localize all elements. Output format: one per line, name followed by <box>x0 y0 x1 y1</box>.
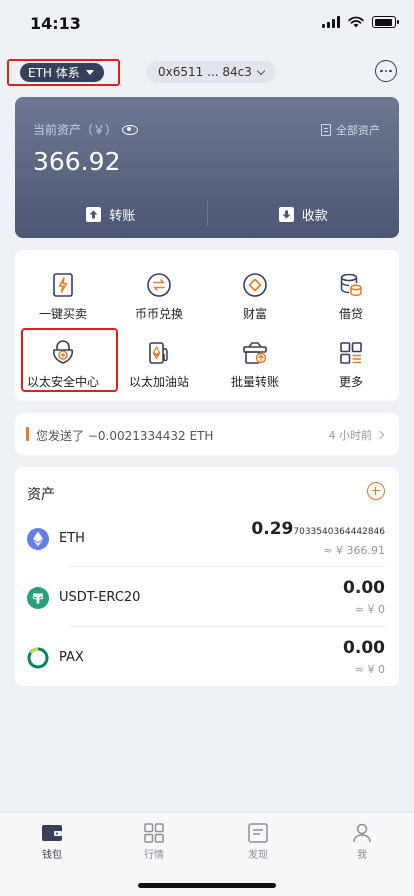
tab-me[interactable]: 我 <box>332 823 392 861</box>
feature-swap[interactable]: 币币兑换 <box>111 262 207 328</box>
feature-grid: 一键买卖 币币兑换 财富 借贷 以太安全中心 以太加油站 批量转账 更多 <box>15 250 399 401</box>
market-grid-icon <box>144 823 164 843</box>
asset-list: 资产 ETH 0.297033540364442846 ≈ ¥ 366.91 U… <box>15 467 399 686</box>
swap-icon <box>144 270 174 300</box>
row-divider <box>69 626 385 627</box>
chevron-down-icon <box>256 66 266 75</box>
network-label: ETH 体系 <box>28 66 80 80</box>
tab-label: 我 <box>357 850 367 861</box>
battery-level <box>374 18 392 26</box>
transaction-notice[interactable]: 您发送了 −0.0021334432 ETH 4 小时前 <box>15 413 399 455</box>
top-bar: ETH 体系 0x6511 ... 84c3 <box>0 56 414 86</box>
wifi-icon <box>348 16 364 28</box>
transaction-time: 4 小时前 <box>328 429 373 442</box>
asset-label: 当前资产（￥） <box>33 123 118 137</box>
token-amount: 0.297033540364442846 <box>251 519 385 539</box>
profile-icon <box>353 823 371 843</box>
coins-stack-icon <box>336 270 366 300</box>
caret-down-icon <box>85 70 94 75</box>
token-name: ETH <box>59 531 85 546</box>
token-amount-decimals: 7033540364442846 <box>293 527 385 537</box>
all-assets-label: 全部资产 <box>336 124 380 137</box>
receive-label: 收款 <box>301 208 328 224</box>
token-fiat-value: ≈ ¥ 0 <box>354 603 385 616</box>
message-icon[interactable] <box>375 60 397 82</box>
asset-card: 当前资产（￥） 全部资产 366.92 转账 收款 <box>15 97 399 238</box>
signal-icon <box>322 16 340 28</box>
eye-icon[interactable] <box>122 124 139 135</box>
status-time: 14:13 <box>30 14 81 33</box>
token-row-eth[interactable]: ETH 0.297033540364442846 ≈ ¥ 366.91 <box>15 507 399 567</box>
token-amount: 0.00 <box>343 578 385 598</box>
add-token-icon[interactable] <box>367 482 385 500</box>
document-icon <box>321 124 331 136</box>
asset-list-title: 资产 <box>27 487 55 503</box>
feature-label: 批量转账 <box>230 375 279 389</box>
feature-lending[interactable]: 借贷 <box>303 262 399 328</box>
row-divider <box>69 566 385 567</box>
transaction-time-row: 4 小时前 <box>328 427 385 443</box>
receive-button[interactable]: 收款 <box>208 190 400 238</box>
token-amount-main: 0.00 <box>343 638 385 658</box>
gas-station-icon <box>144 338 174 368</box>
wallet-address-button[interactable]: 0x6511 ... 84c3 <box>146 61 276 83</box>
more-grid-icon <box>336 338 366 368</box>
tab-wallet[interactable]: 钱包 <box>22 823 82 861</box>
transfer-label: 转账 <box>109 208 136 224</box>
token-amount-main: 0.00 <box>343 578 385 598</box>
feature-label: 更多 <box>338 375 363 389</box>
feature-label: 借贷 <box>338 307 363 321</box>
asset-label-row: 当前资产（￥） <box>33 121 139 138</box>
notice-accent-bar <box>26 427 29 441</box>
token-row-usdt[interactable]: USDT-ERC20 0.00 ≈ ¥ 0 <box>15 566 399 626</box>
total-asset-value: 366.92 <box>33 147 121 176</box>
battery-icon <box>372 16 399 28</box>
token-name: PAX <box>59 650 84 665</box>
feature-label: 财富 <box>242 307 267 321</box>
card-actions: 转账 收款 <box>15 190 399 238</box>
discover-icon <box>248 823 268 843</box>
feature-wealth[interactable]: 财富 <box>207 262 303 328</box>
wallet-address: 0x6511 ... 84c3 <box>158 65 252 79</box>
transaction-text: 您发送了 −0.0021334432 ETH <box>36 429 214 443</box>
status-bar: 14:13 <box>0 0 414 46</box>
network-switch-button[interactable]: ETH 体系 <box>20 63 104 82</box>
batch-transfer-icon <box>240 338 270 368</box>
chevron-right-icon <box>375 430 385 440</box>
token-name: USDT-ERC20 <box>59 590 141 605</box>
tab-label: 发现 <box>248 850 268 861</box>
all-assets-link[interactable]: 全部资产 <box>321 122 380 138</box>
transfer-button[interactable]: 转账 <box>15 190 207 238</box>
status-icons <box>322 16 399 28</box>
token-amount: 0.00 <box>343 638 385 658</box>
upload-arrow-icon <box>86 206 102 222</box>
tab-discover[interactable]: 发现 <box>228 823 288 861</box>
lightning-card-icon <box>48 270 78 300</box>
feature-quick-trade[interactable]: 一键买卖 <box>15 262 111 328</box>
feature-gas-station[interactable]: 以太加油站 <box>111 330 207 396</box>
wallet-icon <box>42 825 62 841</box>
home-indicator[interactable] <box>138 883 276 888</box>
tab-label: 行情 <box>144 850 164 861</box>
feature-more[interactable]: 更多 <box>303 330 399 396</box>
feature-batch-transfer[interactable]: 批量转账 <box>207 330 303 396</box>
eth-logo-icon <box>27 528 49 550</box>
feature-label: 一键买卖 <box>38 307 87 321</box>
tab-label: 钱包 <box>42 850 62 861</box>
feature-label: 币币兑换 <box>134 307 183 321</box>
tab-market[interactable]: 行情 <box>124 823 184 861</box>
token-fiat-value: ≈ ¥ 366.91 <box>323 544 385 557</box>
token-row-pax[interactable]: PAX 0.00 ≈ ¥ 0 <box>15 626 399 686</box>
tab-bar: 钱包 行情 发现 我 <box>0 812 414 896</box>
security-center-highlight-box <box>21 328 118 392</box>
token-fiat-value: ≈ ¥ 0 <box>354 663 385 676</box>
pax-logo-icon <box>27 647 49 669</box>
usdt-logo-icon <box>27 587 49 609</box>
feature-label: 以太加油站 <box>128 375 189 389</box>
token-amount-main: 0.29 <box>251 519 294 539</box>
diamond-icon <box>240 270 270 300</box>
download-arrow-icon <box>278 206 294 222</box>
